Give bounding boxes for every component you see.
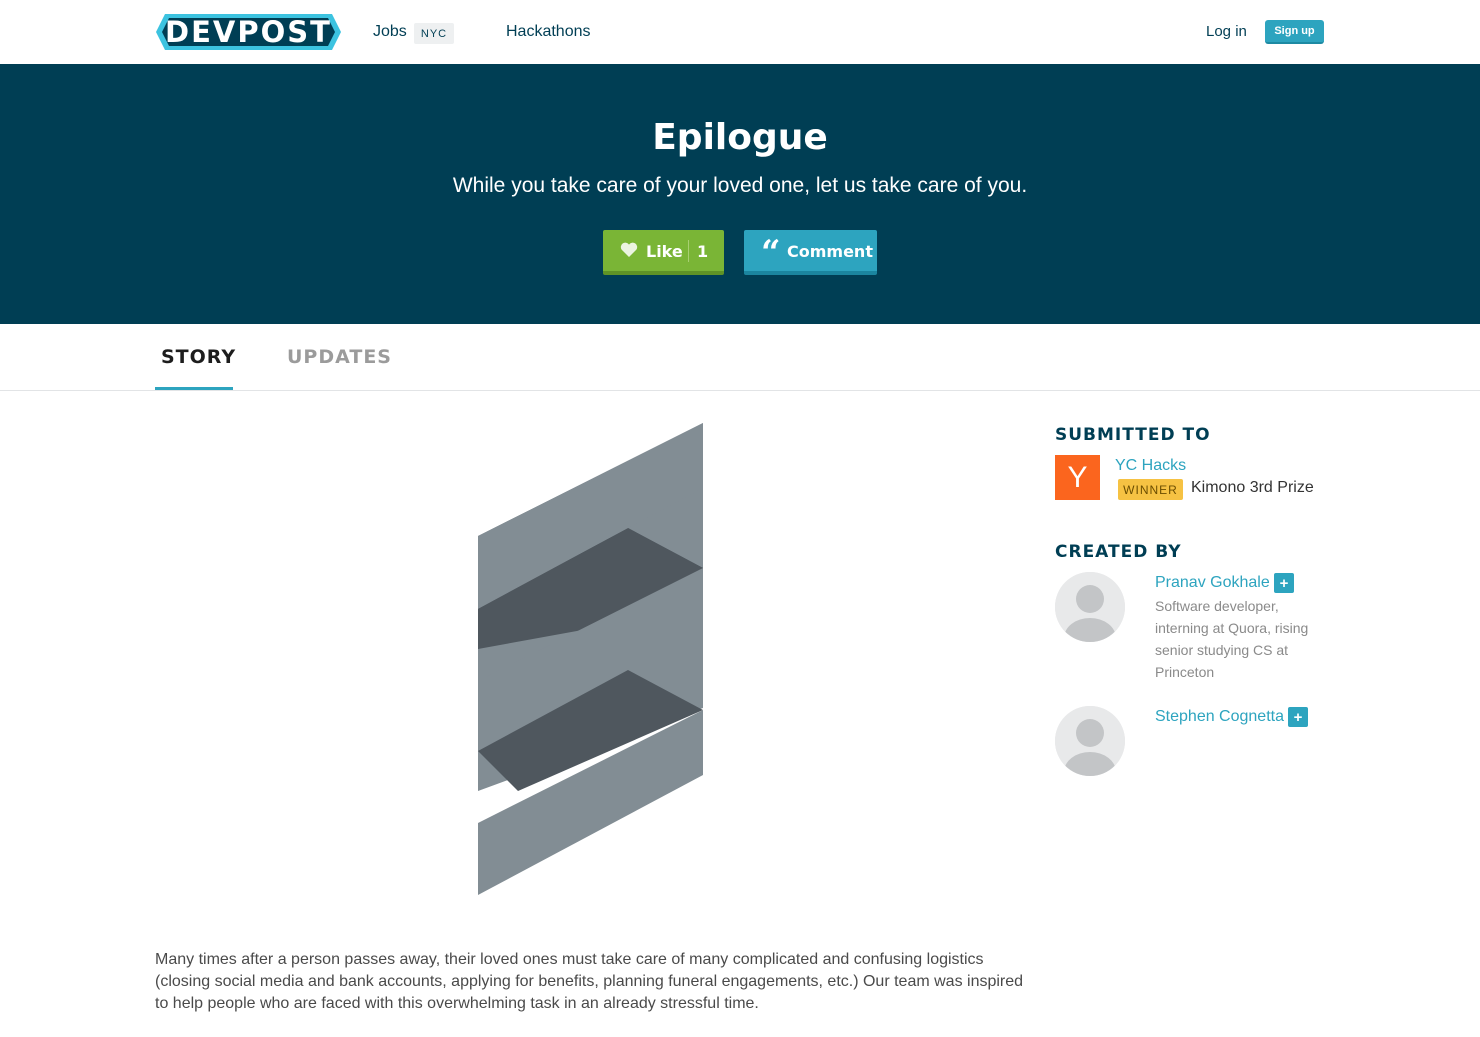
tab-updates[interactable]: UPDATES: [287, 346, 392, 368]
avatar[interactable]: [1055, 706, 1125, 776]
member-name[interactable]: Pranav Gokhale: [1155, 574, 1270, 592]
submitted-to-heading: SUBMITTED TO: [1055, 425, 1211, 445]
yc-hacks-logo[interactable]: Y: [1055, 455, 1100, 500]
prize-name: Kimono 3rd Prize: [1191, 479, 1314, 496]
winner-badge: WINNER: [1118, 479, 1183, 500]
nav-jobs-link[interactable]: Jobs: [373, 23, 407, 41]
logo-text: DEVPOST: [165, 15, 332, 49]
created-by-heading: CREATED BY: [1055, 542, 1182, 562]
like-count: 1: [697, 242, 709, 261]
heart-icon: [620, 242, 638, 257]
signup-button[interactable]: Sign up: [1265, 20, 1324, 44]
member-name[interactable]: Stephen Cognetta: [1155, 708, 1284, 726]
comment-label: Comment: [787, 242, 873, 261]
login-link[interactable]: Log in: [1206, 23, 1247, 40]
nav-hackathons-link[interactable]: Hackathons: [506, 23, 591, 41]
project-tagline: While you take care of your loved one, l…: [452, 174, 1028, 197]
like-button[interactable]: Like 1: [603, 230, 724, 275]
project-title: Epilogue: [652, 117, 828, 158]
like-label: Like: [646, 242, 683, 261]
member-bio: Software developer, interning at Quora, …: [1155, 598, 1309, 680]
hackathon-link[interactable]: YC Hacks: [1115, 457, 1186, 475]
top-navbar: DEVPOST Jobs NYC Hackathons Log in Sign …: [0, 0, 1480, 64]
quote-icon: “: [761, 233, 781, 273]
project-tabs: STORY UPDATES: [0, 324, 1480, 391]
avatar-placeholder-icon: [1055, 572, 1125, 642]
avatar-placeholder-icon: [1055, 706, 1125, 776]
tab-story[interactable]: STORY: [161, 346, 236, 368]
devpost-logo[interactable]: DEVPOST: [156, 14, 341, 50]
jobs-location-badge: NYC: [414, 23, 454, 44]
comment-button[interactable]: “ Comment: [744, 230, 877, 275]
like-divider: [688, 240, 689, 262]
avatar[interactable]: [1055, 572, 1125, 642]
project-description: Many times after a person passes away, t…: [155, 951, 1024, 1012]
follow-button[interactable]: +: [1274, 573, 1294, 593]
active-tab-indicator: [155, 387, 233, 390]
follow-button[interactable]: +: [1288, 707, 1308, 727]
project-hero: Epilogue While you take care of your lov…: [0, 64, 1480, 324]
project-logo-image: [478, 423, 703, 895]
